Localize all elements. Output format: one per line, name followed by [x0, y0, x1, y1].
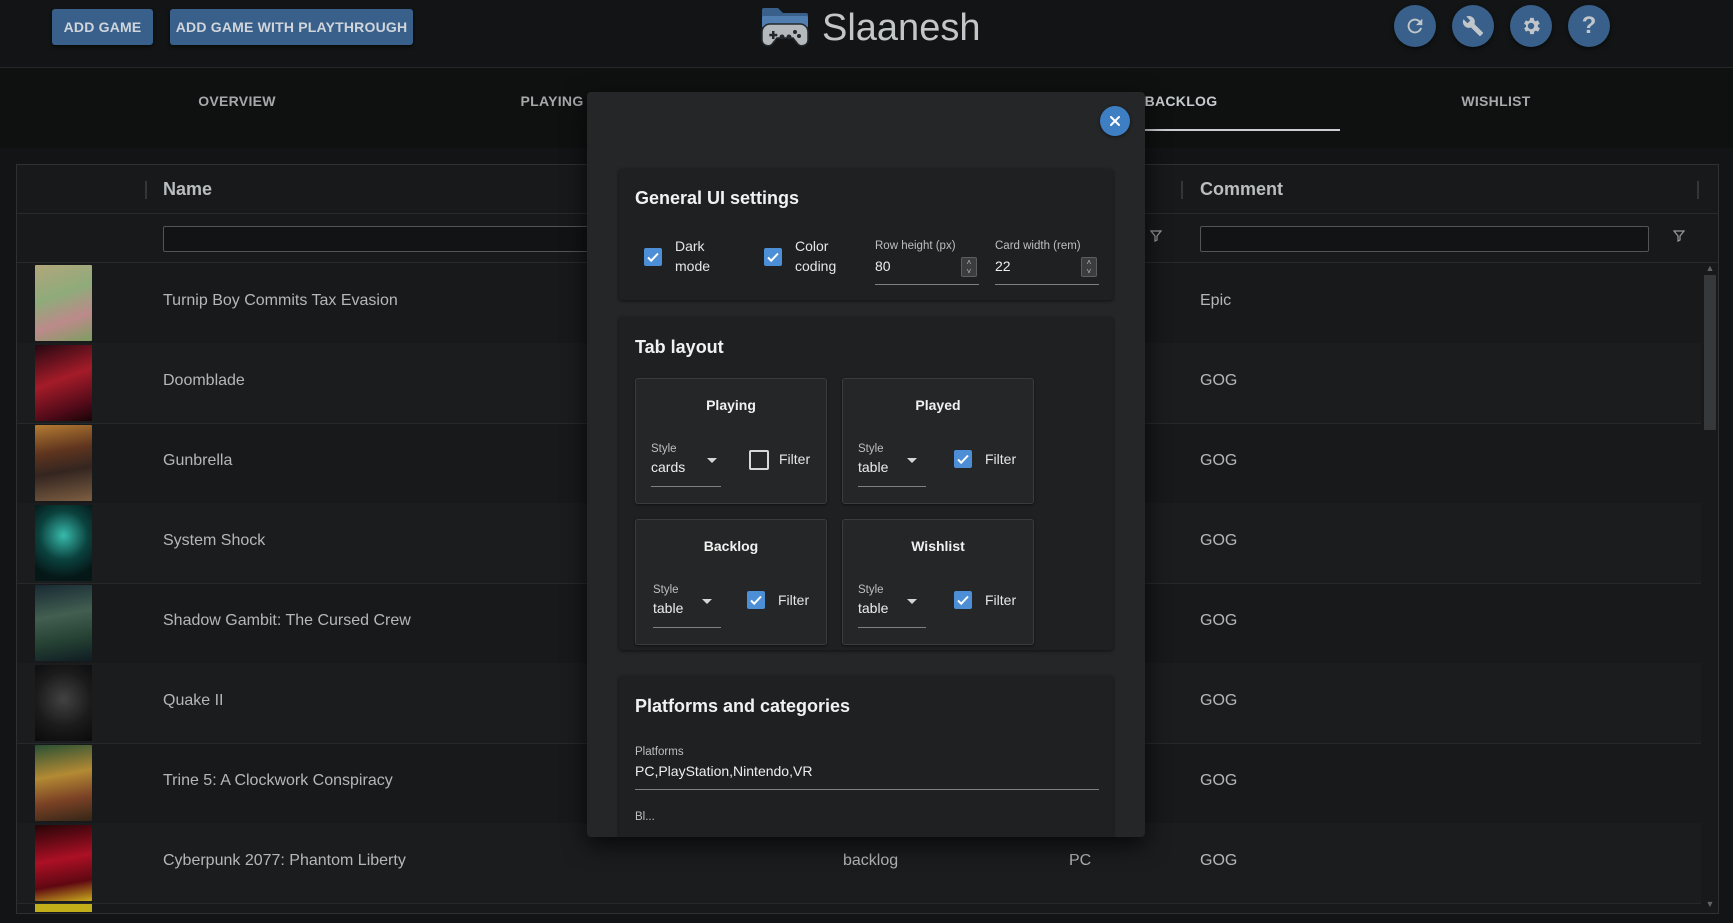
settings-dialog: General UI settings Dark mode Color codi…: [587, 92, 1145, 837]
chevron-down-icon[interactable]: [907, 458, 917, 463]
filter-checkbox[interactable]: [954, 450, 972, 468]
filter-checkbox[interactable]: [747, 591, 765, 609]
filter-label: Filter: [985, 451, 1017, 467]
style-label: Style: [651, 443, 677, 455]
tab-layout-backlog: Backlog Style table Filter: [635, 519, 827, 645]
chevron-down-icon[interactable]: [707, 458, 717, 463]
chevron-down-icon[interactable]: [907, 599, 917, 604]
checkmark-icon: [957, 454, 969, 465]
row-height-stepper[interactable]: ˄ ˅: [961, 257, 977, 277]
style-label: Style: [858, 443, 884, 455]
color-coding-label: Color coding: [795, 238, 837, 274]
subcard-title: Backlog: [703, 538, 759, 554]
card-width-underline: [995, 284, 1099, 285]
subcard-title: Wishlist: [911, 538, 965, 554]
row-height-label: Row height (px): [875, 240, 956, 252]
filter-label: Filter: [779, 451, 811, 467]
color-coding-checkbox[interactable]: [764, 248, 782, 266]
checkmark-icon: [647, 252, 659, 263]
style-label: Style: [858, 584, 884, 596]
style-underline: [651, 486, 721, 487]
filter-label: Filter: [778, 592, 810, 608]
card-width-input[interactable]: 22: [995, 258, 1011, 274]
platforms-input[interactable]: PC,PlayStation,Nintendo,VR: [635, 763, 812, 779]
card-title: Tab layout: [635, 337, 724, 357]
style-select[interactable]: table: [653, 600, 683, 616]
general-settings-card: General UI settings Dark mode Color codi…: [619, 169, 1113, 300]
style-label: Style: [653, 584, 679, 596]
row-height-input[interactable]: 80: [875, 258, 891, 274]
style-select[interactable]: table: [858, 600, 888, 616]
platforms-card: Platforms and categories Platforms PC,Pl…: [619, 676, 1113, 837]
card-width-stepper[interactable]: ˄ ˅: [1081, 257, 1097, 277]
filter-checkbox[interactable]: [954, 591, 972, 609]
platforms-underline: [635, 789, 1099, 790]
checkmark-icon: [767, 252, 779, 263]
checkmark-icon: [750, 595, 762, 606]
style-underline: [858, 627, 926, 628]
close-icon: [1110, 116, 1120, 126]
checkmark-icon: [957, 595, 969, 606]
subcard-title: Played: [915, 397, 961, 413]
style-select[interactable]: cards: [651, 459, 685, 475]
tab-layout-card: Tab layout Playing Style cards Filter Pl…: [619, 317, 1113, 650]
style-select[interactable]: table: [858, 459, 888, 475]
close-button[interactable]: [1100, 106, 1130, 136]
row-height-underline: [875, 284, 979, 285]
next-field-label: Bl...: [635, 811, 655, 823]
chevron-down-icon[interactable]: [702, 599, 712, 604]
filter-label: Filter: [985, 592, 1017, 608]
card-title: Platforms and categories: [635, 696, 851, 716]
filter-checkbox[interactable]: [749, 450, 769, 470]
style-underline: [858, 486, 926, 487]
tab-layout-played: Played Style table Filter: [842, 378, 1034, 504]
dark-mode-label: Dark mode: [675, 238, 711, 274]
card-title: General UI settings: [635, 188, 800, 208]
subcard-title: Playing: [706, 397, 756, 413]
tab-layout-playing: Playing Style cards Filter: [635, 378, 827, 504]
dark-mode-checkbox[interactable]: [644, 248, 662, 266]
style-underline: [653, 627, 721, 628]
card-width-label: Card width (rem): [995, 240, 1081, 252]
platforms-label: Platforms: [635, 746, 684, 758]
tab-layout-wishlist: Wishlist Style table Filter: [842, 519, 1034, 645]
